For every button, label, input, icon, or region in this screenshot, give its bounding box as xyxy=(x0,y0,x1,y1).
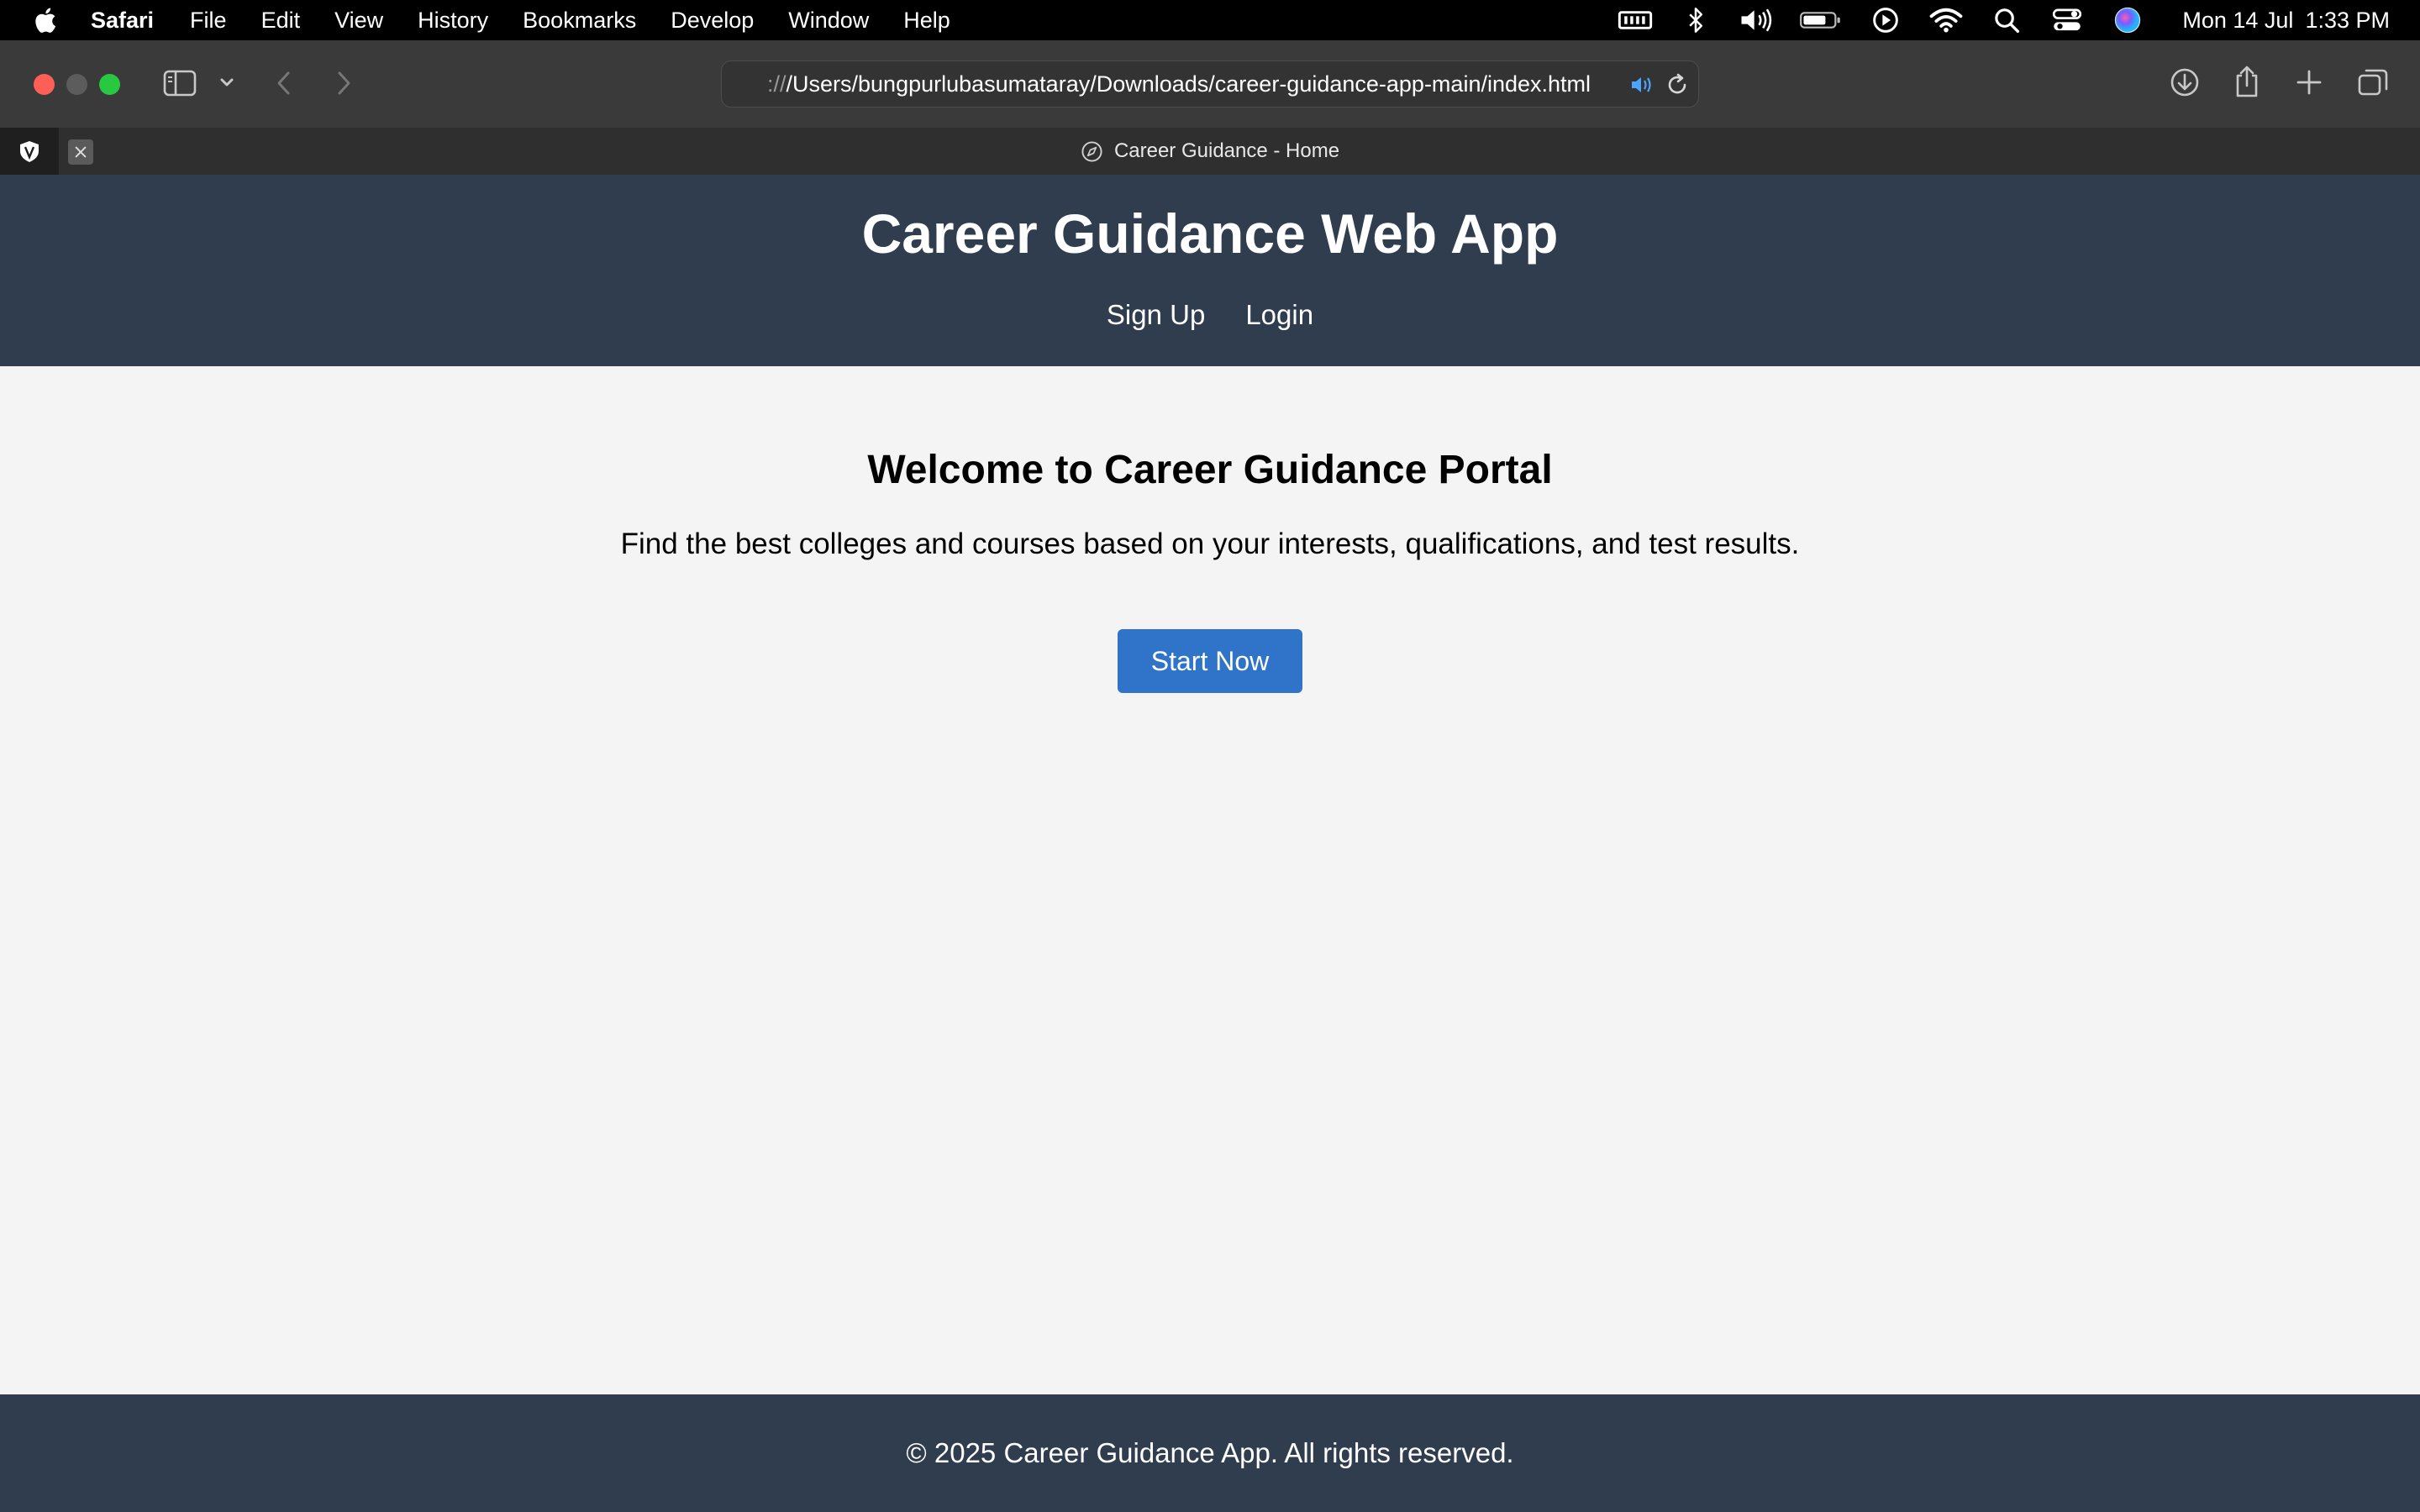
menu-bar: Safari File Edit View History Bookmarks … xyxy=(0,0,2420,40)
tagline: Find the best colleges and courses based… xyxy=(620,528,1800,560)
chevron-left-icon xyxy=(277,71,290,95)
tab-close-button[interactable] xyxy=(68,139,93,165)
clock-time: 1:33 PM xyxy=(2305,7,2390,33)
browser-toolbar: :///Users/bungpurlubasumataray/Downloads… xyxy=(0,40,2420,128)
forward-button[interactable] xyxy=(333,69,355,97)
menu-window[interactable]: Window xyxy=(788,8,869,34)
site-footer: © 2025 Career Guidance App. All rights r… xyxy=(0,1394,2420,1512)
volume-icon[interactable] xyxy=(1739,6,1774,34)
menu-bookmarks[interactable]: Bookmarks xyxy=(523,8,636,34)
address-bar[interactable]: :///Users/bungpurlubasumataray/Downloads… xyxy=(721,60,1699,108)
window-close-button[interactable] xyxy=(34,74,55,95)
control-center-icon[interactable] xyxy=(2049,6,2085,34)
chevron-down-icon xyxy=(220,78,234,87)
nav-signup-link[interactable]: Sign Up xyxy=(1107,299,1205,331)
site-nav: Sign Up Login xyxy=(0,299,2420,331)
tab-bar: Career Guidance - Home xyxy=(0,128,2420,175)
main-content: Welcome to Career Guidance Portal Find t… xyxy=(0,366,2420,1394)
tab-title: Career Guidance - Home xyxy=(1113,139,1340,162)
tab-group-menu-button[interactable] xyxy=(218,74,235,91)
back-button[interactable] xyxy=(273,69,295,97)
sidebar-icon xyxy=(163,70,197,97)
share-button[interactable] xyxy=(2233,64,2260,99)
apple-icon[interactable] xyxy=(32,4,60,36)
site-header: Career Guidance Web App Sign Up Login xyxy=(0,175,2420,366)
siri-icon[interactable] xyxy=(2110,6,2145,34)
menu-file[interactable]: File xyxy=(190,8,227,34)
window-zoom-button[interactable] xyxy=(99,74,120,95)
site-title: Career Guidance Web App xyxy=(861,202,1559,265)
compass-icon xyxy=(1081,140,1102,162)
chevron-right-icon xyxy=(338,71,350,95)
download-icon xyxy=(2170,68,2199,97)
extension-shield-icon xyxy=(20,141,39,162)
menu-edit[interactable]: Edit xyxy=(261,8,301,34)
bluetooth-icon[interactable] xyxy=(1678,6,1713,34)
menu-view[interactable]: View xyxy=(334,8,383,34)
now-playing-icon[interactable] xyxy=(1868,6,1903,34)
start-now-button[interactable]: Start Now xyxy=(1118,629,1302,693)
url-scheme: :// xyxy=(767,71,786,97)
url-path: /Users/bungpurlubasumataray/Downloads/ca… xyxy=(786,71,1591,97)
plus-icon xyxy=(2296,70,2322,95)
tab-overview-button[interactable] xyxy=(2357,67,2389,97)
reload-icon[interactable] xyxy=(1665,72,1690,97)
welcome-heading: Welcome to Career Guidance Portal xyxy=(867,448,1553,492)
audio-playing-icon[interactable] xyxy=(1629,72,1655,97)
close-icon xyxy=(75,146,87,158)
active-tab[interactable]: Career Guidance - Home xyxy=(0,128,2420,175)
nav-login-link[interactable]: Login xyxy=(1245,299,1313,331)
spotlight-search-icon[interactable] xyxy=(1989,6,2024,34)
menu-develop[interactable]: Develop xyxy=(671,8,754,34)
menu-history[interactable]: History xyxy=(418,8,488,34)
downloads-button[interactable] xyxy=(2170,67,2200,97)
memory-icon[interactable] xyxy=(1618,6,1653,34)
pinned-tab[interactable] xyxy=(0,128,59,175)
menu-help[interactable]: Help xyxy=(903,8,950,34)
address-url[interactable]: :///Users/bungpurlubasumataray/Downloads… xyxy=(767,71,1591,97)
menubar-clock[interactable]: Mon 14 Jul 1:33 PM xyxy=(2182,8,2390,34)
sidebar-toggle-button[interactable] xyxy=(163,69,197,97)
clock-date: Mon 14 Jul xyxy=(2182,7,2294,33)
footer-copyright: © 2025 Career Guidance App. All rights r… xyxy=(906,1437,1514,1468)
window-minimize-button[interactable] xyxy=(66,74,87,95)
menu-app-safari[interactable]: Safari xyxy=(91,8,154,34)
battery-icon[interactable] xyxy=(1799,6,1843,34)
wifi-icon[interactable] xyxy=(1928,6,1964,34)
new-tab-button[interactable] xyxy=(2296,69,2323,96)
share-icon xyxy=(2236,66,2258,97)
tab-overview-icon xyxy=(2358,69,2388,96)
